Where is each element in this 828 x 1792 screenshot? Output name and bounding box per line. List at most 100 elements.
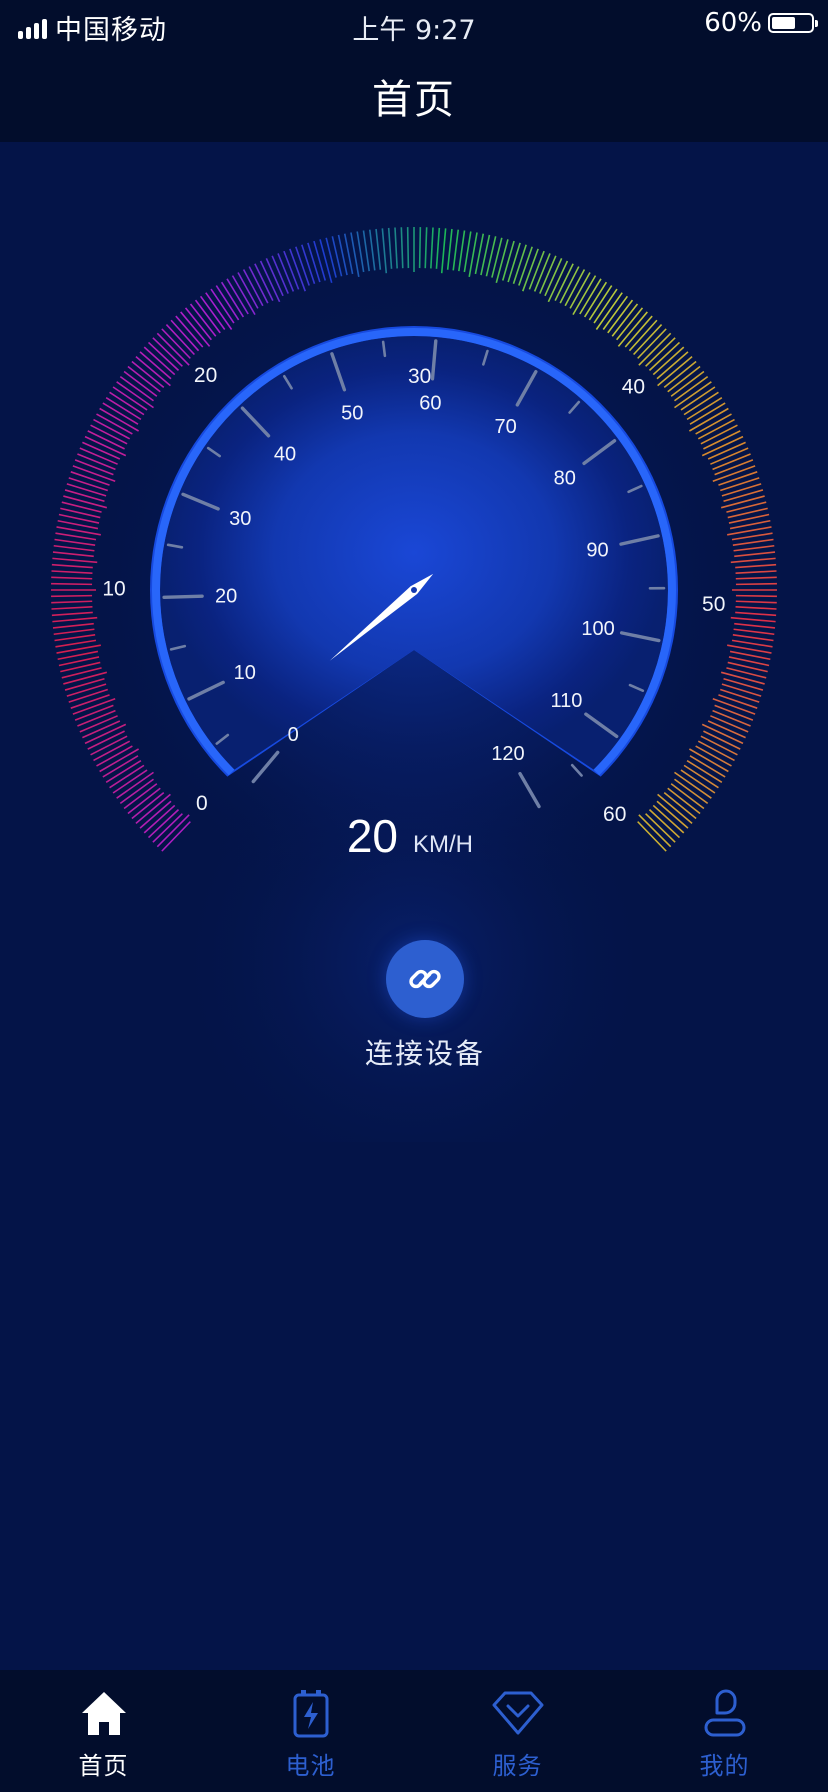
color-tick: [180, 311, 211, 347]
inner-scale-label: 120: [491, 743, 524, 765]
color-tick: [617, 311, 648, 347]
color-tick: [645, 813, 676, 843]
outer-scale-label: 20: [194, 364, 217, 387]
color-tick: [175, 315, 204, 348]
bottom-tab-bar: 首页 电池 服务 我的: [0, 1670, 828, 1792]
color-tick: [528, 250, 545, 290]
outer-scale-label: 10: [102, 577, 125, 600]
speed-value: 20: [347, 810, 398, 862]
color-tick: [116, 771, 154, 799]
color-tick: [648, 809, 681, 839]
connect-device-label: 连接设备: [364, 1037, 485, 1070]
battery-percent: 60%: [704, 8, 762, 38]
color-tick: [652, 804, 685, 834]
inner-scale-label: 40: [274, 443, 296, 465]
title-bar: 首页: [0, 50, 828, 142]
color-tick: [633, 323, 663, 356]
color-tick: [638, 332, 672, 366]
inner-scale-label: 80: [554, 468, 576, 490]
inner-scale-label: 30: [229, 508, 251, 530]
color-tick: [628, 319, 658, 352]
color-tick: [638, 814, 672, 848]
color-tick: [156, 332, 190, 366]
color-tick: [674, 771, 712, 799]
inner-scale-label: 20: [215, 585, 237, 607]
color-tick: [418, 227, 422, 269]
color-tick: [170, 319, 200, 352]
color-tick: [657, 793, 693, 824]
tab-home[interactable]: 首页: [0, 1670, 207, 1792]
user-icon: [702, 1686, 748, 1740]
color-tick: [663, 792, 697, 820]
outer-scale-label: 0: [196, 792, 208, 815]
color-tick: [205, 292, 233, 330]
color-tick: [116, 381, 154, 409]
diamond-icon: [491, 1686, 545, 1740]
home-icon: [79, 1686, 129, 1740]
color-tick: [406, 227, 410, 269]
speed-unit: KM/H: [413, 831, 473, 858]
inner-scale-label: 90: [586, 539, 608, 561]
battery-icon: [291, 1686, 331, 1740]
page-title: 首页: [372, 77, 456, 123]
battery-status-icon: [768, 13, 818, 33]
inner-scale-label: 50: [341, 402, 363, 424]
color-tick: [147, 809, 180, 839]
inner-scale-label: 0: [288, 724, 299, 746]
color-tick: [189, 303, 217, 337]
connect-device-button[interactable]: [386, 940, 464, 1018]
inner-scale-label: 70: [494, 416, 516, 438]
color-tick: [161, 821, 191, 852]
color-tick: [648, 341, 681, 371]
color-tick: [135, 793, 171, 824]
color-tick: [616, 307, 644, 341]
color-tick: [656, 351, 689, 380]
color-tick: [595, 292, 623, 330]
tab-service[interactable]: 服务: [414, 1670, 621, 1792]
color-tick: [663, 360, 697, 388]
color-tick: [143, 804, 176, 834]
color-tick: [131, 360, 165, 388]
color-tick: [131, 792, 165, 820]
inner-tick: [162, 594, 204, 599]
color-tick: [156, 814, 190, 848]
color-tick: [637, 328, 667, 359]
color-tick: [139, 800, 172, 829]
tab-home-label: 首页: [78, 1752, 129, 1780]
color-tick: [624, 315, 653, 348]
color-tick: [645, 337, 676, 367]
color-tick: [127, 787, 161, 815]
color-tick: [147, 341, 180, 371]
tab-mine-label: 我的: [699, 1752, 750, 1780]
color-tick: [161, 328, 191, 359]
outer-scale-label: 40: [622, 375, 645, 398]
tab-battery[interactable]: 电池: [207, 1670, 414, 1792]
status-bar: 中国移动 上午 9:27 60%: [0, 0, 828, 50]
needle-hub: [411, 587, 417, 593]
inner-scale-label: 10: [234, 662, 256, 684]
color-tick: [714, 704, 754, 721]
outer-scale-label: 60: [603, 803, 626, 826]
color-tick: [135, 356, 171, 387]
tab-mine[interactable]: 我的: [621, 1670, 828, 1792]
main-content: 0 10 20 30 40 50 60 0 10 20 30 40 50 60 70 80 90 100 110 1…: [0, 142, 828, 1670]
color-tick: [674, 381, 712, 409]
status-right: 60%: [704, 8, 818, 38]
color-tick: [637, 821, 667, 852]
tab-battery-label: 电池: [285, 1752, 336, 1780]
tab-service-label: 服务: [492, 1752, 543, 1780]
color-tick: [152, 337, 183, 367]
inner-scale-label: 60: [419, 393, 441, 415]
color-tick: [667, 787, 701, 815]
color-tick: [139, 351, 172, 380]
color-tick: [714, 459, 754, 476]
color-tick: [667, 365, 701, 393]
battery-fill: [772, 17, 795, 29]
color-tick: [735, 582, 777, 586]
color-tick: [51, 594, 93, 598]
color-tick: [165, 323, 195, 356]
inner-scale-label: 100: [581, 618, 614, 640]
color-tick: [74, 704, 114, 721]
color-tick: [74, 459, 114, 476]
color-tick: [184, 307, 212, 341]
